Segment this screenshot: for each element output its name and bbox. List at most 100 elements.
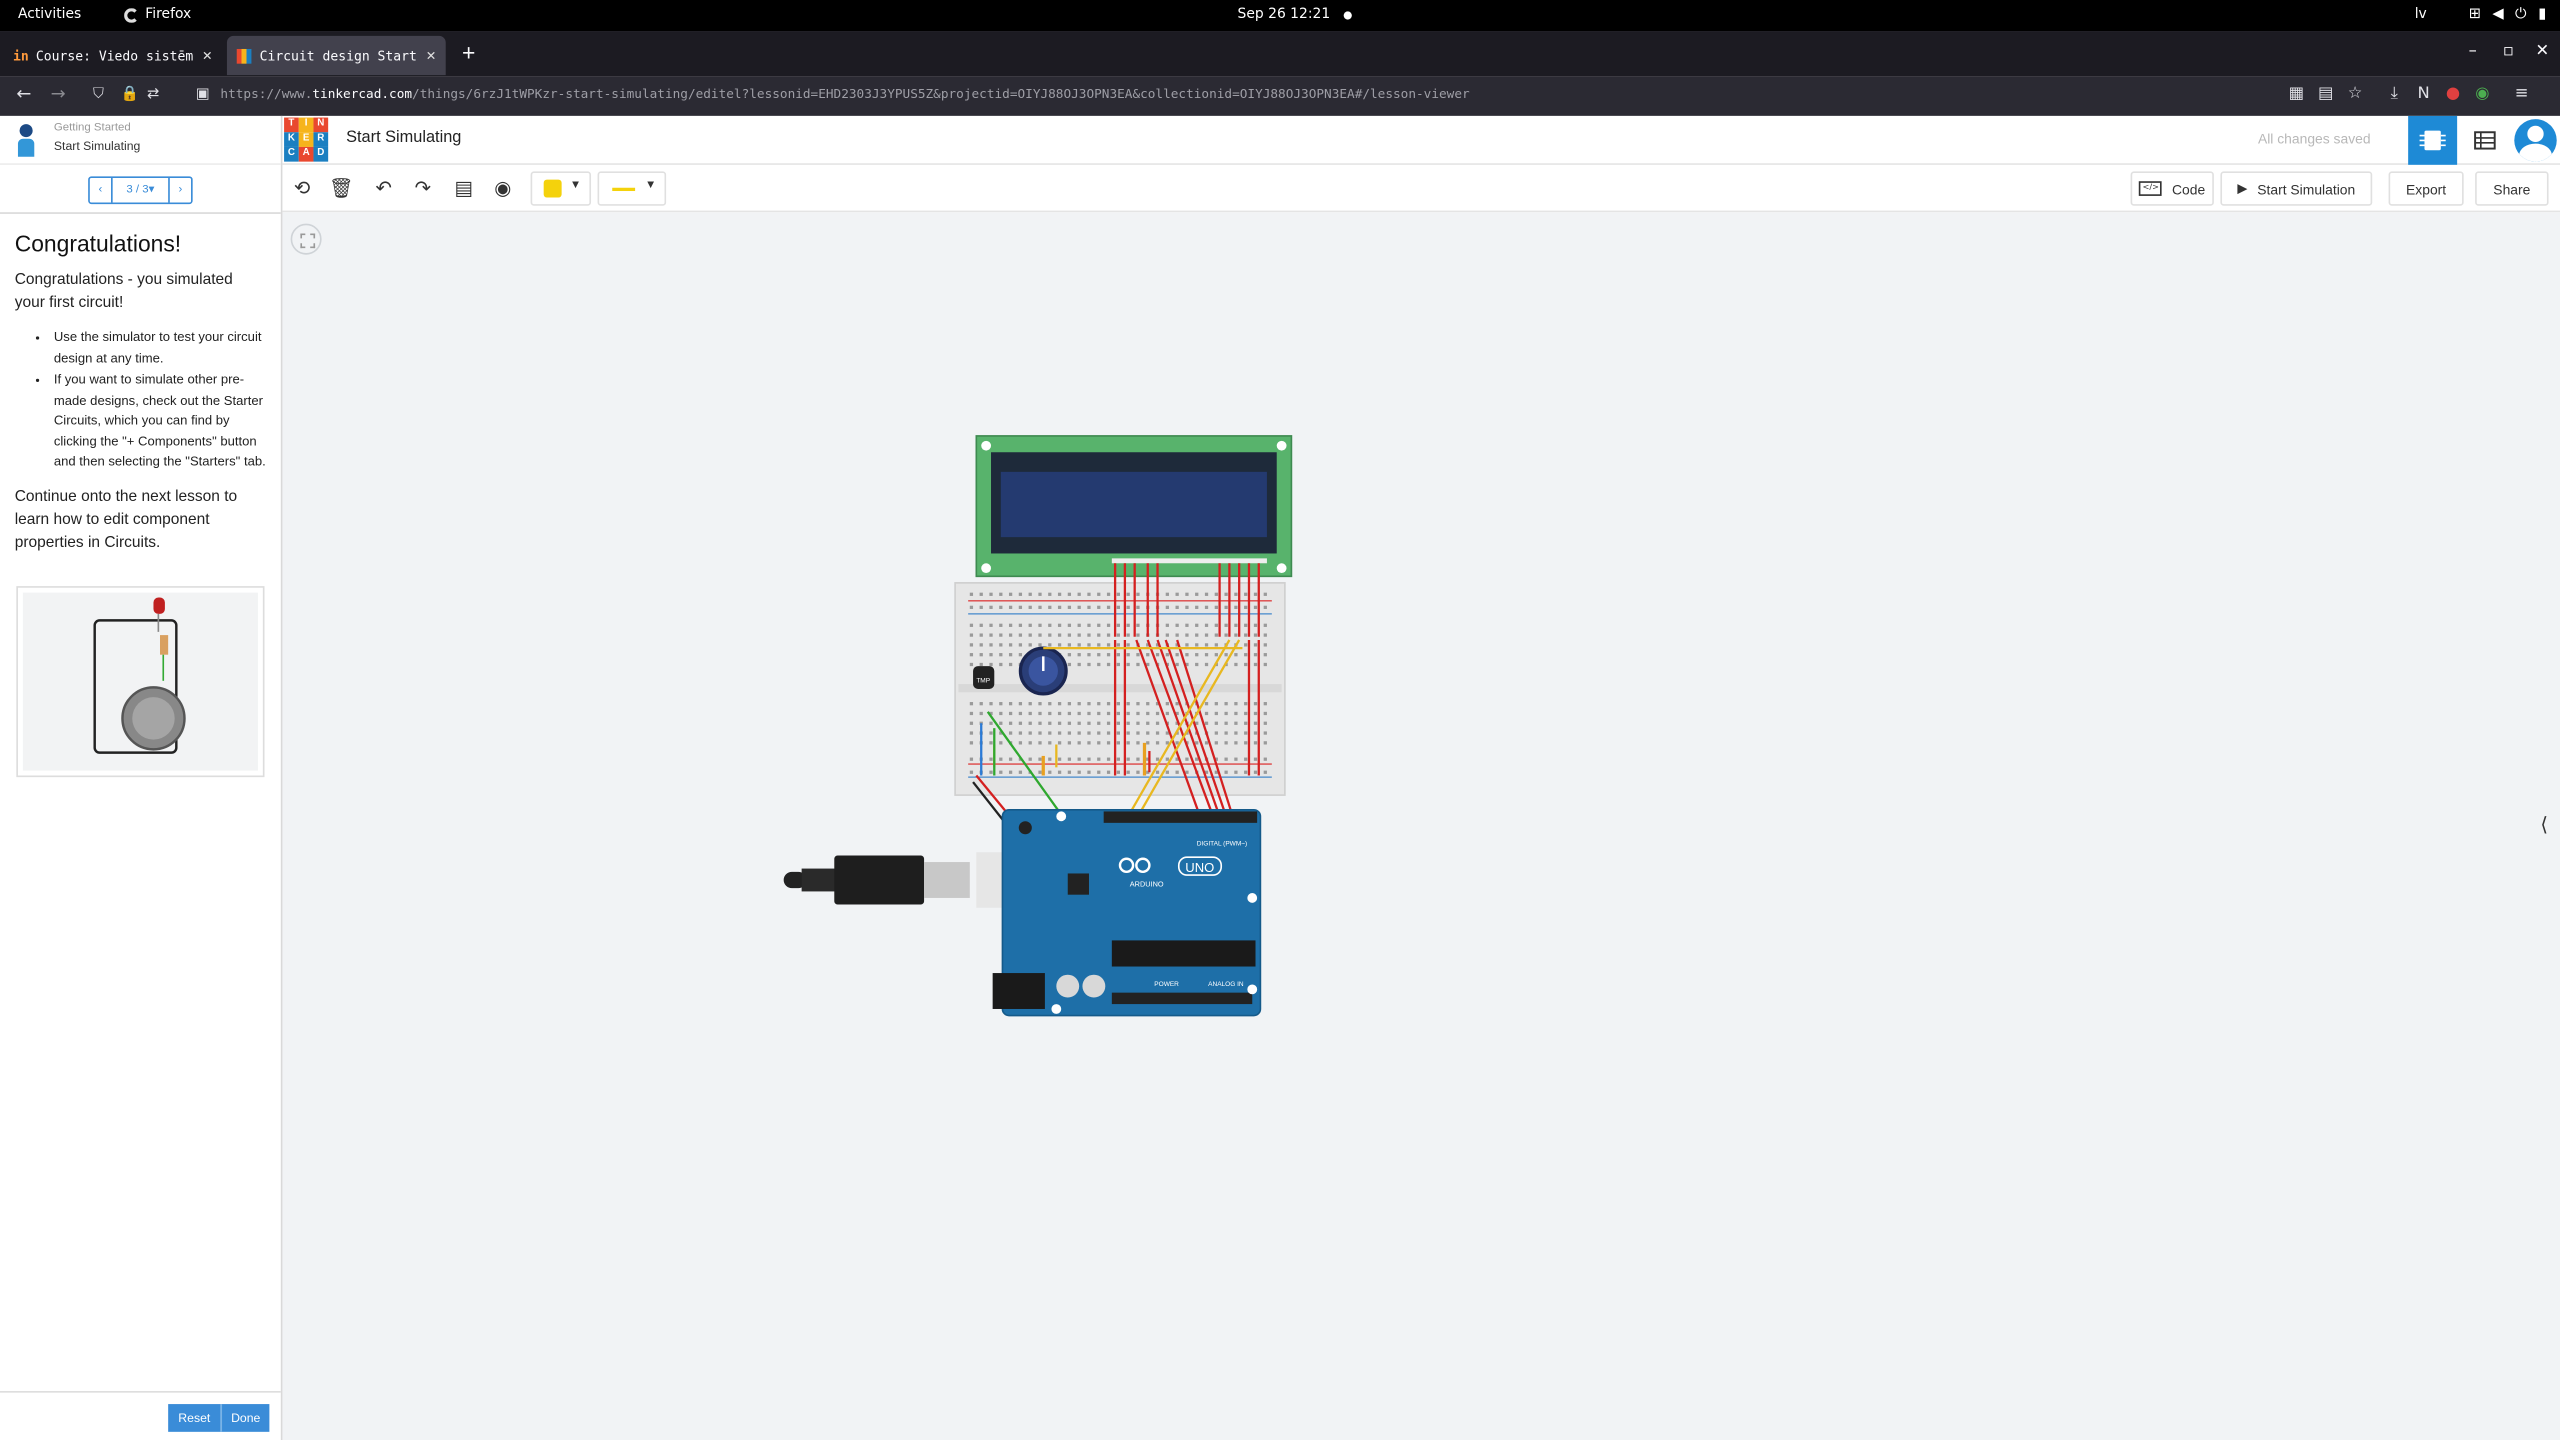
close-window-icon[interactable]: ✕ — [2536, 42, 2550, 60]
wire-type-dropdown[interactable]: ▼ — [597, 171, 667, 206]
circuit-canvas[interactable]: ⟨ TMP UNO ARDUINO DIGITAL (PWM~) ANALOG … — [282, 212, 2560, 1440]
lesson-title: Congratulations! — [14, 230, 182, 257]
save-status: All changes saved — [2257, 130, 2371, 147]
extension-n-icon[interactable]: N — [2415, 85, 2433, 103]
share-label: Share — [2493, 180, 2531, 197]
extension-green-icon[interactable]: ◉ — [2473, 85, 2491, 103]
share-button[interactable]: Share — [2475, 171, 2549, 206]
lesson-outro: Continue onto the next lesson to learn h… — [14, 487, 238, 552]
activities-button[interactable]: Activities — [18, 7, 81, 23]
logo-letter: T — [284, 117, 299, 133]
potentiometer[interactable] — [1018, 646, 1068, 696]
svg-text:ARDUINO: ARDUINO — [1130, 880, 1164, 889]
color-swatch — [543, 179, 562, 198]
browser-tab-tinkercad[interactable]: Circuit design Start Sim × — [226, 35, 446, 76]
new-tab-button[interactable]: + — [462, 41, 475, 64]
permissions-icon[interactable]: ⇄ — [147, 87, 159, 103]
user-avatar[interactable] — [2514, 119, 2557, 162]
notes-icon[interactable]: ▤ — [451, 175, 477, 201]
volume-icon: ◀ — [2492, 6, 2504, 23]
notification-dot-icon — [1343, 11, 1352, 20]
lock-icon[interactable]: 🔒 — [121, 87, 139, 103]
tab-title: Course: Viedo sistēmu iz — [35, 48, 194, 63]
logo-letter: C — [284, 146, 299, 162]
downloads-icon[interactable]: ⤓ — [2385, 85, 2403, 103]
forward-arrow-icon[interactable]: → — [51, 83, 66, 104]
step-dropdown[interactable]: 3 / 3▾ — [111, 177, 170, 203]
export-label: Export — [2406, 180, 2447, 197]
tab-title: Circuit design Start Sim — [259, 48, 418, 63]
browser-tab-strip: in Course: Viedo sistēmu iz × Circuit de… — [0, 31, 2560, 77]
lesson-header: Getting Started Start Simulating — [0, 116, 281, 165]
step-counter: 3 / 3 — [126, 184, 149, 196]
code-button[interactable]: </> Code — [2130, 171, 2214, 206]
next-step-button[interactable]: › — [170, 178, 191, 202]
logo-letter: K — [284, 132, 299, 147]
design-title[interactable]: Start Simulating — [346, 129, 461, 147]
logo-letter: D — [313, 146, 329, 162]
minimize-window-icon[interactable]: – — [2469, 42, 2477, 60]
circuit-drawing: TMP UNO ARDUINO DIGITAL (PWM~) ANALOG IN… — [783, 435, 1293, 1017]
chevron-down-icon: ▼ — [644, 179, 657, 192]
lesson-panel: Getting Started Start Simulating ‹ 3 / 3… — [0, 115, 283, 1440]
url-path: /things/6rzJ1tWPKzr-start-simulating/edi… — [412, 86, 1470, 102]
wire-color-dropdown[interactable]: ▼ — [530, 171, 592, 206]
breadboard[interactable] — [954, 582, 1286, 796]
app-menu[interactable]: Firefox — [124, 7, 191, 23]
breadcrumb-current: Start Simulating — [53, 138, 141, 154]
rotate-icon[interactable]: ⟲ — [289, 175, 315, 201]
logo-letter: E — [298, 132, 314, 147]
clock[interactable]: Sep 26 12:21 — [1238, 7, 1331, 23]
delete-trash-icon[interactable]: 🗑 — [328, 175, 354, 201]
maximize-window-icon[interactable]: ▫ — [2503, 42, 2514, 60]
chevron-down-icon: ▼ — [569, 179, 582, 192]
start-simulation-button[interactable]: ▶ Start Simulation — [2220, 171, 2373, 206]
moodle-favicon-icon: in — [13, 48, 29, 63]
svg-text:UNO: UNO — [1185, 860, 1214, 875]
system-top-bar: Activities Firefox Sep 26 12:21 lv ⊞ ◀ ⏻… — [0, 0, 2560, 32]
component-list-view-button[interactable] — [2460, 116, 2509, 165]
lesson-pager: ‹ 3 / 3▾ › — [88, 176, 193, 205]
url-bar[interactable]: https://www.tinkercad.com/things/6rzJ1tW… — [220, 87, 1469, 102]
qr-code-icon[interactable]: ▦ — [2287, 85, 2305, 103]
previous-step-button[interactable]: ‹ — [90, 178, 111, 202]
close-tab-icon[interactable]: × — [202, 47, 212, 65]
svg-text:DIGITAL (PWM~): DIGITAL (PWM~) — [1197, 841, 1248, 848]
svg-text:POWER: POWER — [1154, 981, 1179, 988]
undo-icon[interactable]: ↶ — [371, 175, 397, 201]
app-name: Firefox — [145, 6, 192, 23]
lesson-illustration — [16, 586, 265, 778]
list-item: If you want to simulate other pre-made d… — [54, 371, 266, 473]
keyboard-layout-indicator[interactable]: lv — [2415, 7, 2427, 23]
done-button[interactable]: Done — [220, 1404, 270, 1432]
browser-tab-course[interactable]: in Course: Viedo sistēmu iz × — [3, 36, 222, 75]
breadcrumb-parent[interactable]: Getting Started — [54, 122, 131, 133]
svg-text:ANALOG IN: ANALOG IN — [1208, 981, 1244, 988]
lcd-display[interactable] — [975, 435, 1293, 578]
url-domain: tinkercad.com — [312, 86, 413, 102]
lesson-bullet-list: Use the simulator to test your circuit d… — [15, 328, 266, 472]
temperature-sensor[interactable]: TMP — [973, 666, 995, 689]
battery-icon: ▮ — [2538, 6, 2547, 23]
circuit-view-button[interactable] — [2408, 115, 2458, 165]
visibility-eye-icon[interactable]: ◉ — [490, 175, 516, 201]
close-tab-icon[interactable]: × — [426, 47, 436, 65]
tracking-shield-icon[interactable]: ⛉ — [93, 87, 104, 103]
redo-icon[interactable]: ↷ — [410, 175, 436, 201]
bookmark-star-icon[interactable]: ☆ — [2346, 85, 2364, 103]
page-info-icon[interactable]: ▣ — [196, 87, 210, 103]
back-arrow-icon[interactable]: ← — [16, 83, 31, 104]
export-button[interactable]: Export — [2388, 171, 2464, 206]
menu-hamburger-icon[interactable]: ≡ — [2513, 85, 2531, 103]
start-simulation-label: Start Simulation — [2257, 180, 2356, 197]
list-table-icon — [2474, 131, 2496, 150]
system-tray[interactable]: ⊞ ◀ ⏻ ▮ — [2469, 7, 2547, 23]
lesson-person-icon — [17, 124, 35, 157]
lesson-footer: Reset Done — [0, 1391, 281, 1440]
reader-icon[interactable]: ▤ — [2317, 85, 2335, 103]
tinkercad-logo[interactable]: T I N K E R C A D — [284, 117, 329, 162]
extension-red-icon[interactable]: ● — [2444, 85, 2462, 103]
code-icon: </> — [2139, 181, 2163, 196]
arduino-uno-board[interactable]: UNO ARDUINO DIGITAL (PWM~) ANALOG IN POW… — [992, 808, 1262, 1017]
reset-button[interactable]: Reset — [168, 1404, 221, 1432]
